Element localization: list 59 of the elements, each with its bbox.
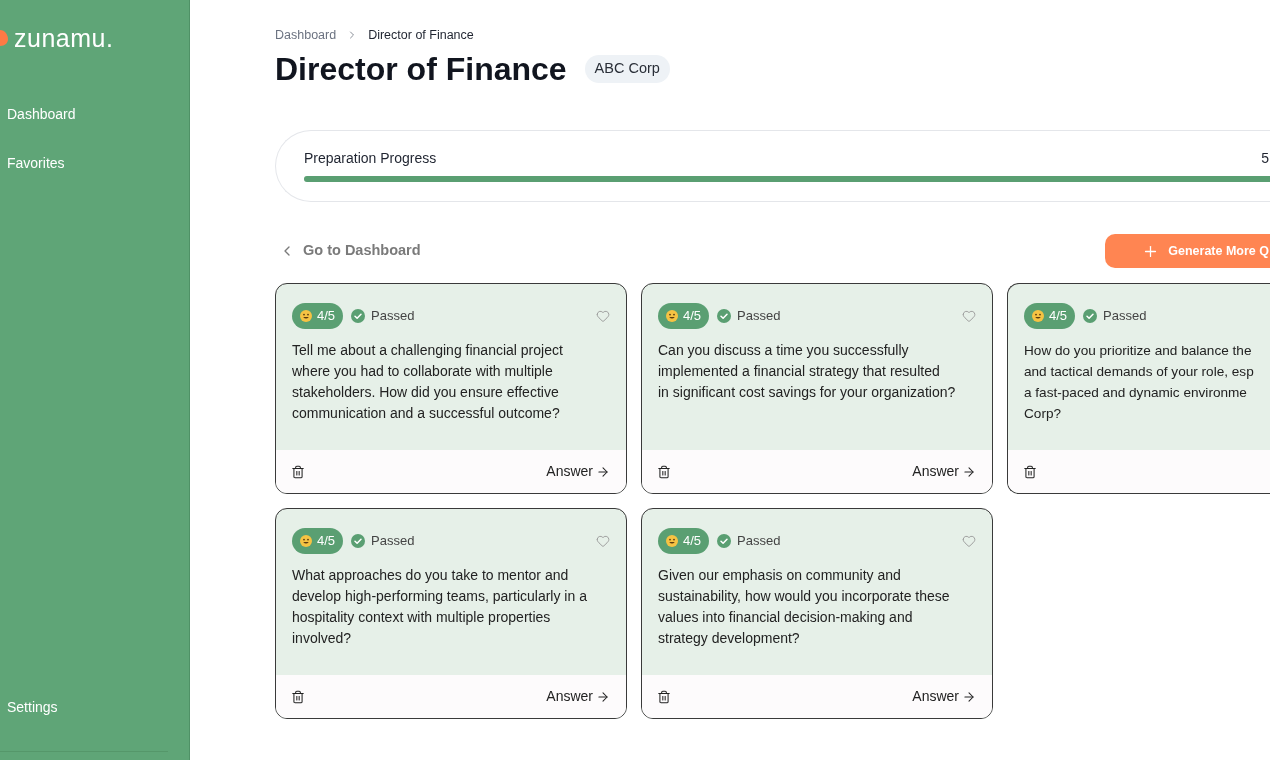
progress-label: Preparation Progress (304, 148, 437, 168)
answer-button[interactable]: Answer (912, 461, 976, 482)
delete-button[interactable] (1023, 464, 1037, 479)
question-text: Tell me about a challenging financial project where you had to collaborate with multiple stakeholders. How did you ensure effective communication and a successful outcome? (292, 341, 564, 423)
score-badge: 4/5 (292, 303, 344, 329)
heart-icon (962, 309, 976, 323)
status-label: Passed (1103, 307, 1147, 326)
score-badge: 4/5 (292, 528, 344, 554)
status-label: Passed (371, 307, 415, 326)
check-circle-icon (1083, 309, 1098, 323)
check-circle-icon (717, 309, 732, 323)
answer-button[interactable]: Answer (546, 461, 610, 482)
status-label: Passed (737, 532, 781, 551)
heart-icon (596, 534, 610, 548)
status-label: Passed (737, 307, 781, 326)
breadcrumb-link[interactable]: Dashboard (275, 26, 337, 44)
heart-icon (596, 309, 610, 323)
arrow-right-icon (596, 689, 610, 704)
check-circle-icon (717, 534, 732, 548)
blob-icon (0, 29, 8, 47)
smiley-icon (666, 310, 678, 322)
delete-button[interactable] (657, 464, 671, 479)
question-text: How do you prioritize and balance the and tactical demands of your role, esp a fast-paced and dynamic environme Corp? (1024, 342, 1255, 423)
logo-wordmark: zunamu. (14, 23, 114, 53)
heart-icon (962, 534, 976, 548)
nav-link[interactable]: Settings (7, 697, 58, 717)
question-text: What approaches do you take to mentor and develop high-performing teams, particularly in a hospitality context with multiple properties involved? (292, 566, 588, 648)
score-badge: 4/5 (1024, 303, 1076, 329)
check-circle-icon (351, 309, 366, 323)
delete-button[interactable] (291, 689, 305, 704)
progress-percent: 5 (1261, 148, 1269, 168)
smiley-icon (1032, 310, 1044, 322)
status-label: Passed (371, 532, 415, 551)
smiley-icon (300, 535, 312, 547)
trash-icon (657, 689, 671, 704)
question-text: Can you discuss a time you successfully implemented a financial strategy that resulted in significant cost savings for your organization? (658, 341, 957, 402)
smiley-icon (666, 535, 678, 547)
check-circle-icon (351, 534, 366, 548)
trash-icon (1023, 464, 1037, 479)
arrow-right-icon (962, 464, 976, 479)
smiley-icon (300, 310, 312, 322)
score-badge: 4/5 (658, 303, 710, 329)
trash-icon (291, 689, 305, 704)
delete-button[interactable] (657, 689, 671, 704)
breadcrumb-link[interactable]: Director of Finance (368, 26, 474, 44)
trash-icon (291, 464, 305, 479)
back-link[interactable]: Go to Dashboard (279, 240, 421, 262)
trash-icon (657, 464, 671, 479)
answer-button[interactable]: Answer (912, 686, 976, 707)
page-title: Director of Finance (275, 50, 567, 89)
question-text: Given our emphasis on community and sustainability, how would you incorporate these values into financial decision-making and strategy development? (658, 566, 951, 648)
score-badge: 4/5 (658, 528, 710, 554)
company-tag: ABC Corp (584, 55, 670, 83)
nav-link[interactable]: Dashboard (7, 104, 76, 124)
arrow-right-icon (962, 689, 976, 704)
answer-button[interactable]: Answer (546, 686, 610, 707)
nav-link[interactable]: Favorites (7, 153, 65, 173)
arrow-right-icon (596, 464, 610, 479)
delete-button[interactable] (291, 464, 305, 479)
